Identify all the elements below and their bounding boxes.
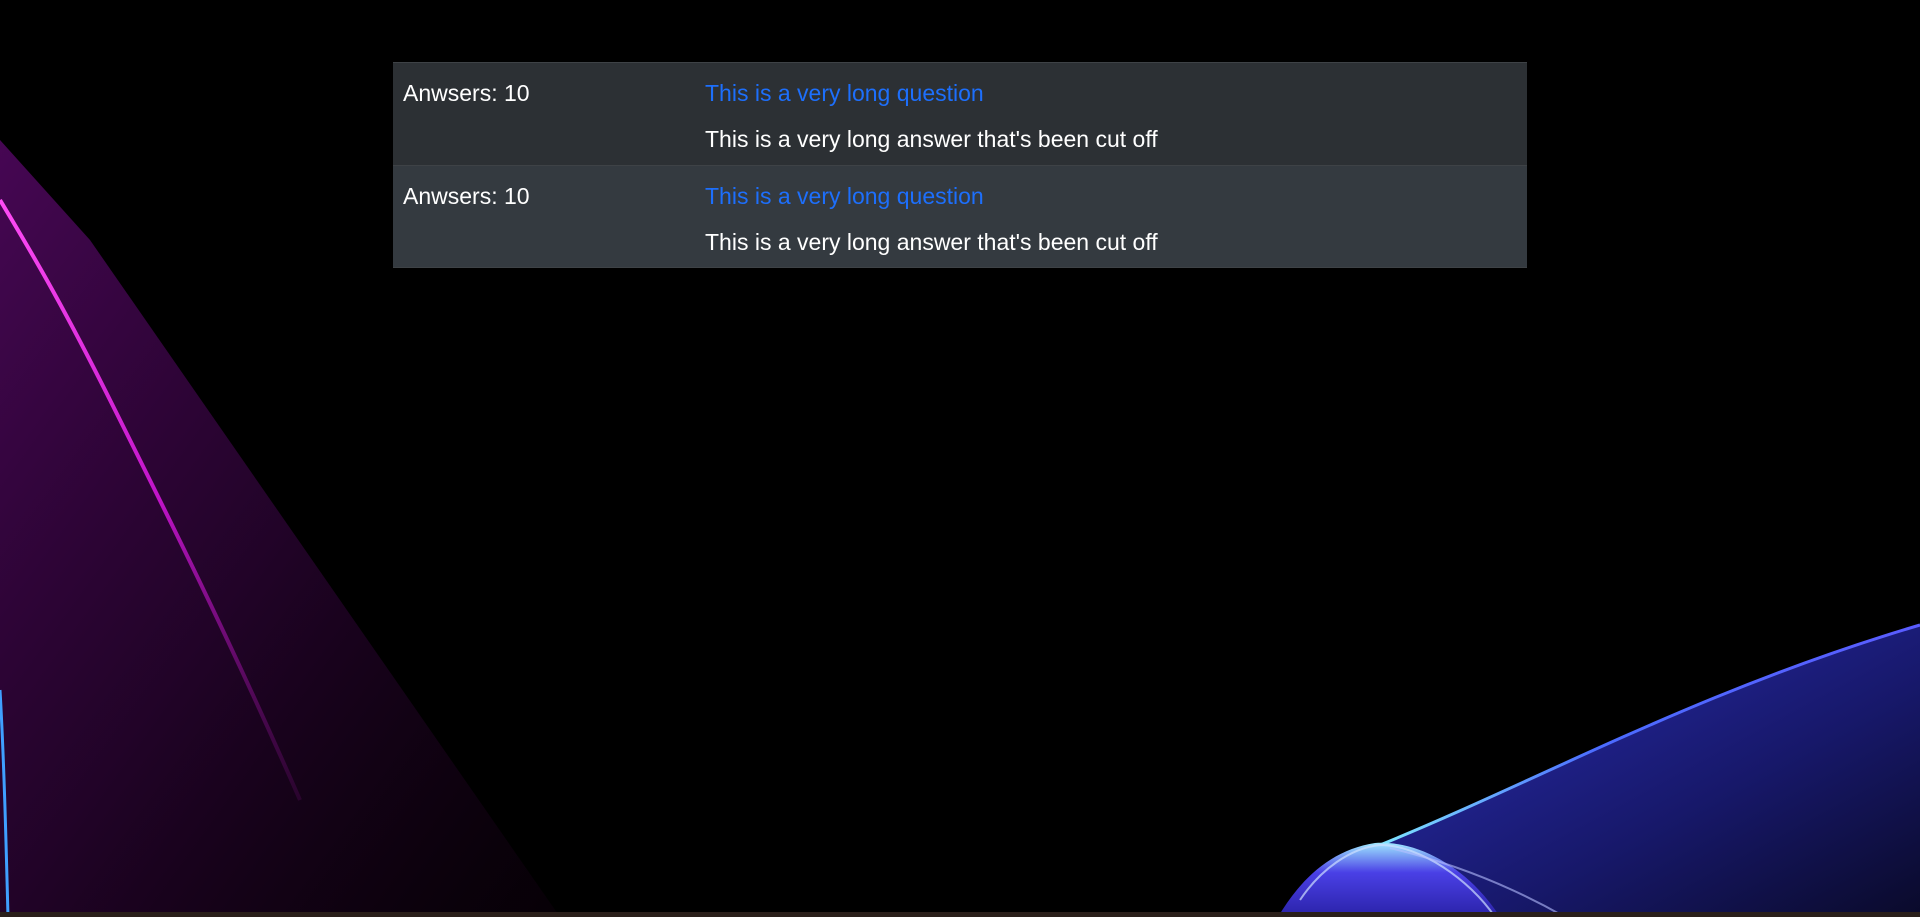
answers-count: Anwsers: 10 bbox=[403, 80, 530, 106]
answers-count: Anwsers: 10 bbox=[403, 183, 530, 209]
answer-preview: This is a very long answer that's been c… bbox=[705, 126, 1158, 152]
questions-table: Anwsers: 10 This is a very long question… bbox=[393, 62, 1527, 268]
question-link[interactable]: This is a very long question bbox=[705, 79, 984, 107]
right-wave bbox=[1380, 625, 1920, 917]
taskbar-edge bbox=[0, 912, 1920, 917]
question-cell: This is a very long question This is a v… bbox=[705, 166, 1527, 267]
question-cell: This is a very long question This is a v… bbox=[705, 63, 1527, 165]
table-row: Anwsers: 10 This is a very long question… bbox=[393, 165, 1527, 267]
table-row: Anwsers: 10 This is a very long question… bbox=[393, 63, 1527, 165]
answer-preview: This is a very long answer that's been c… bbox=[705, 229, 1158, 255]
question-link[interactable]: This is a very long question bbox=[705, 182, 984, 210]
